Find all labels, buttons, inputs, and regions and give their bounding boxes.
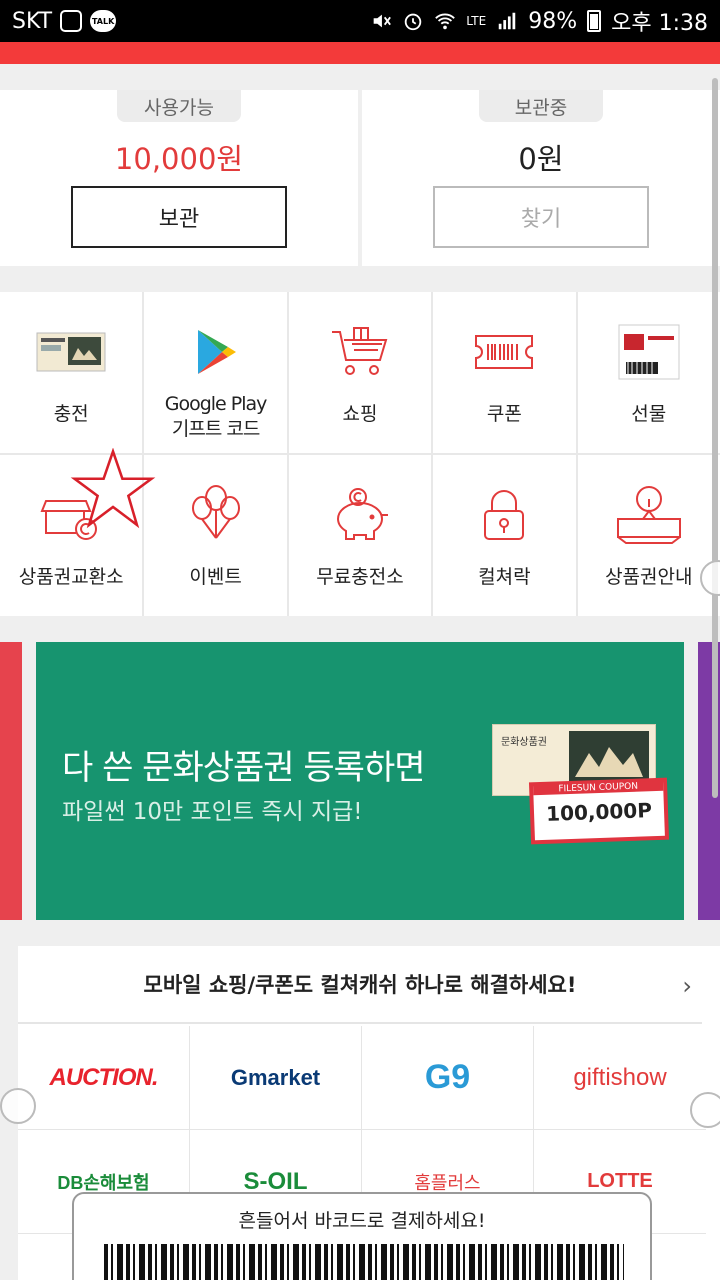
mute-icon [373,14,392,28]
status-bar: SKT TALK LTE 98% 오후 1:38 [0,0,720,42]
floating-handle[interactable] [0,1088,36,1124]
floating-handle[interactable] [690,1092,720,1128]
brand-gmarket[interactable]: Gmarket [190,1026,362,1130]
kakaotalk-icon: TALK [90,10,117,32]
banner-headline: 다 쓴 문화상품권 등록하면 [62,748,426,788]
scrollbar[interactable] [712,78,718,798]
banner-slide[interactable]: 다 쓴 문화상품권 등록하면 파일썬 10만 포인트 즉시 지급! 문화상품권 … [36,642,684,920]
brand-g9[interactable]: G9 [362,1026,534,1130]
balloons-icon [181,485,251,545]
battery-icon [587,10,602,32]
menu-label: Google Play 기프트 코드 [164,393,268,440]
signal-icon [498,12,516,30]
store-button[interactable]: 보관 [71,186,287,248]
piggy-bank-icon [325,485,395,545]
menu-item-shopping[interactable]: 쇼핑 [288,292,432,453]
brand-giftishow[interactable]: giftishow [534,1026,706,1130]
chevron-right-icon[interactable]: › [682,972,692,1000]
menu-label: 무료충전소 [316,566,404,588]
network-label: LTE [466,14,487,28]
coupon-title: FILESUN COUPON [533,780,664,796]
info-sign-icon [614,485,684,545]
menu-item-gift[interactable]: 선물 [577,292,720,453]
coupon-badge: FILESUN COUPON 100,000P [528,777,670,845]
battery-percent: 98% [528,8,578,34]
alarm-icon [405,13,422,31]
available-label: 사용가능 [117,90,241,122]
carrier-label: SKT [12,8,53,34]
barcode-popup[interactable]: 흔들어서 바코드로 결제하세요! [72,1192,652,1280]
barcode-ticket-icon [469,322,539,382]
menu-item-coupon[interactable]: 쿠폰 [433,292,576,453]
menu-item-event[interactable]: 이벤트 [144,455,287,616]
available-amount: 10,000원 [114,142,244,176]
stored-label: 보관중 [479,90,603,122]
banner-prev-slide[interactable] [0,642,22,920]
menu-grid: 충전 Google Play 기프트 코드 쇼핑 쿠폰 선물 상품권교환소 이벤… [0,292,720,616]
menu-item-exchange[interactable]: 상품권교환소 [0,455,143,616]
shopping-title: 모바일 쇼핑/쿠폰도 컬쳐캐쉬 하나로 해결하세요! [143,973,577,997]
payment-barcode [104,1244,624,1280]
menu-label: 충전 [53,403,89,425]
available-card: 사용가능 10,000원 보관 [0,90,358,266]
menu-label: 쇼핑 [342,403,378,425]
barcode-instruction: 흔들어서 바코드로 결제하세요! [238,1210,486,1232]
menu-item-free-charge[interactable]: 무료충전소 [288,455,432,616]
menu-item-charge[interactable]: 충전 [0,292,143,453]
banner-subline: 파일썬 10만 포인트 즉시 지급! [62,799,363,825]
find-button[interactable]: 찾기 [433,186,649,248]
promo-banner-carousel[interactable]: 다 쓴 문화상품권 등록하면 파일썬 10만 포인트 즉시 지급! 문화상품권 … [0,642,720,920]
gift-voucher-icon [614,322,684,382]
menu-label: 쿠폰 [486,403,522,425]
menu-item-google-play[interactable]: Google Play 기프트 코드 [144,292,287,453]
wallet-section: 사용가능 10,000원 보관 보관중 0원 찾기 [0,90,720,266]
lock-icon [469,485,539,545]
menu-label: 상품권교환소 [18,566,124,588]
menu-item-guide[interactable]: 상품권안내 [577,455,720,616]
shopping-cart-icon [325,322,395,382]
store-exchange-icon [36,485,106,545]
stored-card: 보관중 0원 찾기 [362,90,720,266]
google-play-icon [181,322,251,382]
menu-item-culture-lock[interactable]: 컬쳐락 [433,455,576,616]
coupon-value: 100,000P [545,798,653,826]
shopping-title-link[interactable]: 모바일 쇼핑/쿠폰도 컬쳐캐쉬 하나로 해결하세요! [18,946,702,1024]
menu-label: 컬쳐락 [478,566,531,588]
menu-label: 상품권안내 [605,566,693,588]
wifi-icon [435,13,456,30]
clock: 오후 1:38 [611,11,708,36]
app-notification-icon [60,10,83,32]
voucher-text: 문화상품권 [501,737,547,748]
brand-auction[interactable]: AUCTION. [18,1026,190,1130]
header-bar [0,42,720,64]
gift-card-icon [36,322,106,382]
menu-label: 이벤트 [189,566,242,588]
stored-amount: 0원 [518,142,564,176]
menu-label: 선물 [631,403,667,425]
